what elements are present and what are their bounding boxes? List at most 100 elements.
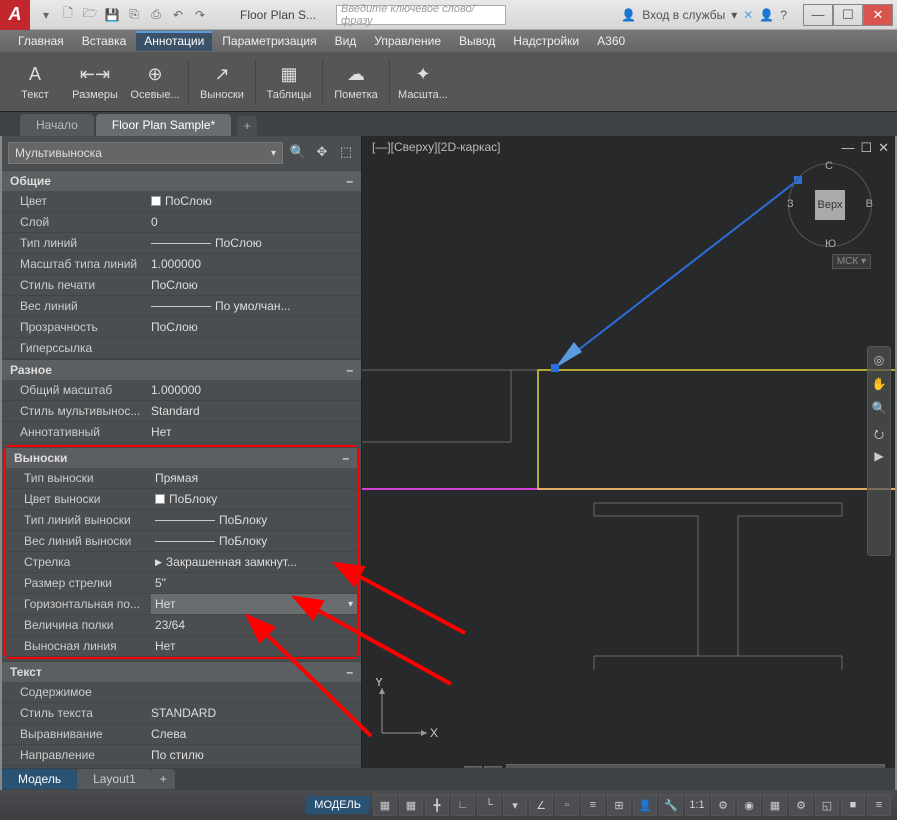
property-row[interactable]: Стиль текстаSTANDARD bbox=[2, 703, 361, 724]
property-row[interactable]: ЦветПоСлою bbox=[2, 191, 361, 212]
status-button-12[interactable]: 1:1 bbox=[685, 794, 709, 816]
property-row[interactable]: Тип линий выноскиПоБлоку bbox=[6, 510, 357, 531]
layout-tab[interactable]: Модель bbox=[2, 769, 77, 789]
menu-item-a360[interactable]: A360 bbox=[589, 31, 633, 51]
ribbon-выноски-button[interactable]: ↗Выноски bbox=[193, 56, 251, 108]
property-value[interactable] bbox=[147, 682, 361, 702]
property-value[interactable]: ПоСлою bbox=[147, 317, 361, 337]
property-row[interactable]: Вес линийПо умолчан... bbox=[2, 296, 361, 317]
property-value[interactable]: 5" bbox=[151, 573, 357, 593]
status-button-16[interactable]: ⚙ bbox=[789, 794, 813, 816]
viewcube-n[interactable]: С bbox=[825, 160, 833, 172]
pick-add-icon[interactable]: ✥ bbox=[313, 144, 331, 162]
property-row[interactable]: Тип выноскиПрямая bbox=[6, 468, 357, 489]
property-row[interactable]: Стиль мультивынос...Standard bbox=[2, 401, 361, 422]
status-button-8[interactable]: ≡ bbox=[581, 794, 605, 816]
qat-open2-icon[interactable]: 🗁 bbox=[80, 5, 100, 25]
sign-in-icon[interactable]: 👤 bbox=[621, 8, 636, 22]
property-value[interactable]: Прямая bbox=[151, 468, 357, 488]
status-button-14[interactable]: ◉ bbox=[737, 794, 761, 816]
viewport[interactable]: [—][Сверху][2D-каркас] — ☐ ✕ bbox=[362, 136, 895, 790]
property-row[interactable]: Содержимое bbox=[2, 682, 361, 703]
property-value[interactable]: ▶Закрашенная замкнут... bbox=[151, 552, 357, 572]
search-input[interactable]: Введите ключевое слово/фразу bbox=[336, 5, 506, 25]
orbit-icon[interactable]: ⭮ bbox=[870, 425, 888, 443]
property-value[interactable]: 0 bbox=[147, 212, 361, 232]
qat-saveas-icon[interactable]: ⎘ bbox=[124, 5, 144, 25]
property-value[interactable]: ПоСлою bbox=[147, 275, 361, 295]
section-header[interactable]: Выноски– bbox=[6, 447, 357, 468]
select-objects-icon[interactable]: ⬚ bbox=[337, 144, 355, 162]
property-row[interactable]: Размер стрелки5" bbox=[6, 573, 357, 594]
section-header[interactable]: Общие– bbox=[2, 170, 361, 191]
doc-tab[interactable]: Floor Plan Sample* bbox=[96, 114, 231, 136]
help-icon[interactable]: ? bbox=[780, 8, 787, 22]
status-button-9[interactable]: ⊞ bbox=[607, 794, 631, 816]
property-row[interactable]: Горизонтальная по...Нет bbox=[6, 594, 357, 615]
status-button-5[interactable]: ▾ bbox=[503, 794, 527, 816]
object-type-selector[interactable]: Мультивыноска ▾ bbox=[8, 142, 283, 164]
property-value[interactable]: 1.000000 bbox=[147, 380, 361, 400]
status-button-10[interactable]: 👤 bbox=[633, 794, 657, 816]
menu-item-управление[interactable]: Управление bbox=[366, 31, 449, 51]
menu-item-параметризация[interactable]: Параметризация bbox=[214, 31, 324, 51]
app-logo-icon[interactable]: A bbox=[0, 0, 30, 30]
viewcube[interactable]: Верх С Ю В З bbox=[785, 160, 875, 250]
property-value[interactable] bbox=[147, 338, 361, 358]
minimize-button[interactable]: — bbox=[803, 4, 833, 26]
property-row[interactable]: Стиль печатиПоСлою bbox=[2, 275, 361, 296]
property-value[interactable]: Нет bbox=[147, 422, 361, 442]
status-button-15[interactable]: ▦ bbox=[763, 794, 787, 816]
close-button[interactable]: ✕ bbox=[863, 4, 893, 26]
property-value[interactable]: ПоБлоку bbox=[151, 531, 357, 551]
property-row[interactable]: Цвет выноскиПоБлоку bbox=[6, 489, 357, 510]
menu-item-вывод[interactable]: Вывод bbox=[451, 31, 503, 51]
property-value[interactable]: По умолчан... bbox=[147, 296, 361, 316]
add-layout-button[interactable]: + bbox=[152, 769, 175, 789]
menu-item-надстройки[interactable]: Надстройки bbox=[505, 31, 587, 51]
status-button-17[interactable]: ◱ bbox=[815, 794, 839, 816]
a360-icon[interactable]: 👤 bbox=[759, 8, 774, 22]
status-button-3[interactable]: ∟ bbox=[451, 794, 475, 816]
qat-undo-icon[interactable]: ↶ bbox=[168, 5, 188, 25]
property-row[interactable]: Общий масштаб1.000000 bbox=[2, 380, 361, 401]
menu-item-вставка[interactable]: Вставка bbox=[74, 31, 135, 51]
property-row[interactable]: Слой0 bbox=[2, 212, 361, 233]
ribbon-осевые-button[interactable]: ⊕Осевые... bbox=[126, 56, 184, 108]
status-button-13[interactable]: ⚙ bbox=[711, 794, 735, 816]
pan-icon[interactable]: ✋ bbox=[870, 377, 888, 395]
property-row[interactable]: НаправлениеПо стилю bbox=[2, 745, 361, 766]
property-value[interactable]: ПоСлою bbox=[147, 233, 361, 253]
add-tab-button[interactable]: + bbox=[237, 116, 257, 136]
property-row[interactable]: ВыравниваниеСлева bbox=[2, 724, 361, 745]
sign-in-label[interactable]: Вход в службы bbox=[642, 8, 725, 22]
full-nav-wheel-icon[interactable]: ◎ bbox=[870, 353, 888, 371]
qat-redo-icon[interactable]: ↷ bbox=[190, 5, 210, 25]
dropdown-icon[interactable]: ▾ bbox=[731, 8, 737, 22]
status-button-11[interactable]: 🔧 bbox=[659, 794, 683, 816]
property-value[interactable]: Слева bbox=[147, 724, 361, 744]
status-button-7[interactable]: ▫ bbox=[555, 794, 579, 816]
viewcube-e[interactable]: В bbox=[866, 198, 873, 210]
status-button-4[interactable]: └ bbox=[477, 794, 501, 816]
exchange-icon[interactable]: ✕ bbox=[743, 8, 753, 22]
qat-save-icon[interactable]: 💾 bbox=[102, 5, 122, 25]
property-row[interactable]: Вес линий выноскиПоБлоку bbox=[6, 531, 357, 552]
status-button-6[interactable]: ∠ bbox=[529, 794, 553, 816]
viewcube-w[interactable]: З bbox=[787, 198, 794, 210]
showmotion-icon[interactable]: ▶ bbox=[870, 449, 888, 467]
property-value[interactable]: 1.000000 bbox=[147, 254, 361, 274]
menu-item-аннотации[interactable]: Аннотации bbox=[136, 31, 212, 51]
property-row[interactable]: Тип линийПоСлою bbox=[2, 233, 361, 254]
property-value[interactable]: Standard bbox=[147, 401, 361, 421]
status-button-19[interactable]: ≡ bbox=[867, 794, 891, 816]
status-button-2[interactable]: ╋ bbox=[425, 794, 449, 816]
qat-open-icon[interactable]: 🗋 bbox=[58, 5, 78, 25]
maximize-button[interactable]: ☐ bbox=[833, 4, 863, 26]
viewcube-s[interactable]: Ю bbox=[825, 238, 836, 250]
ribbon-пометка-button[interactable]: ☁Пометка bbox=[327, 56, 385, 108]
property-row[interactable]: ПрозрачностьПоСлою bbox=[2, 317, 361, 338]
viewcube-top-face[interactable]: Верх bbox=[815, 190, 845, 220]
layout-tab[interactable]: Layout1 bbox=[77, 769, 152, 789]
property-value[interactable]: 23/64 bbox=[151, 615, 357, 635]
